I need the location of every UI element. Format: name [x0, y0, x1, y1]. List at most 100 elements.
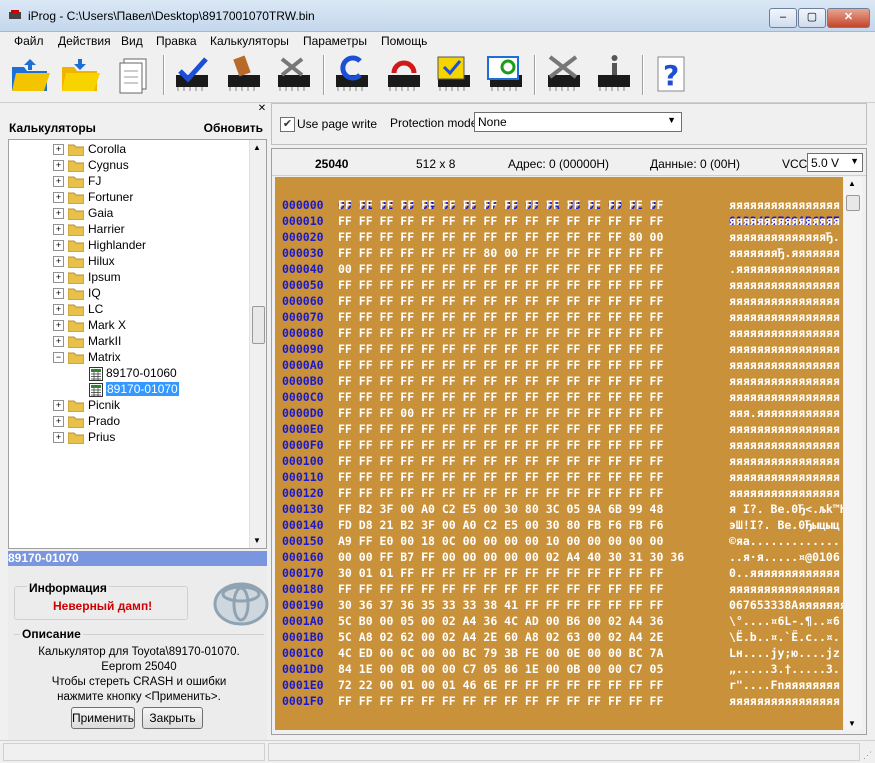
- hex-bytes[interactable]: 5C B0 00 05 00 02 A4 36 4C AD 00 B6 00 0…: [338, 613, 663, 629]
- maximize-button[interactable]: ▢: [798, 8, 826, 28]
- expand-icon[interactable]: +: [53, 432, 64, 444]
- collapse-icon[interactable]: −: [53, 352, 64, 364]
- menu-calculators[interactable]: Калькуляторы: [210, 34, 289, 48]
- hex-bytes[interactable]: 30 36 37 36 35 33 33 38 41 FF FF FF FF F…: [338, 597, 663, 613]
- hex-bytes[interactable]: FF FF FF 00 FF FF FF FF FF FF FF FF FF F…: [338, 405, 663, 421]
- tree-item[interactable]: + Prado: [53, 413, 120, 429]
- expand-icon[interactable]: +: [53, 336, 64, 348]
- close-panel-icon[interactable]: ✕: [257, 104, 267, 114]
- hex-bytes[interactable]: 72 22 00 01 00 01 46 6E FF FF FF FF FF F…: [338, 677, 663, 693]
- repair-chip-icon[interactable]: [272, 53, 316, 97]
- hex-bytes[interactable]: FF FF FF FF FF FF FF FF FF FF FF FF FF F…: [338, 213, 663, 229]
- hex-bytes[interactable]: 5C A8 02 62 00 02 A4 2E 60 A8 02 63 00 0…: [338, 629, 663, 645]
- chip-info-icon[interactable]: [592, 53, 636, 97]
- open-folder-icon[interactable]: [8, 53, 52, 97]
- use-page-write-checkbox[interactable]: ✔: [280, 117, 295, 132]
- hex-bytes[interactable]: FF FF FF FF FF FF FF FF FF FF FF FF FF F…: [338, 309, 663, 325]
- tree-item[interactable]: + Mark X: [53, 317, 126, 333]
- expand-icon[interactable]: +: [53, 240, 64, 252]
- hex-bytes[interactable]: FF FF FF FF FF FF FF FF FF FF FF FF FF F…: [338, 693, 663, 709]
- hex-bytes[interactable]: 00 00 FF B7 FF 00 00 00 00 00 02 A4 40 3…: [338, 549, 684, 565]
- erase-chip-icon[interactable]: [222, 53, 266, 97]
- tree-item[interactable]: + FJ: [53, 173, 101, 189]
- hex-bytes[interactable]: FF FF FF FF FF FF FF FF FF FF FF FF FF F…: [338, 277, 663, 293]
- close-calculator-button[interactable]: Закрыть: [142, 707, 203, 729]
- menu-settings[interactable]: Параметры: [303, 34, 367, 48]
- tree-item[interactable]: + Cygnus: [53, 157, 129, 173]
- tree-item[interactable]: + Prius: [53, 429, 115, 445]
- hex-bytes[interactable]: 84 1E 00 0B 00 00 C7 05 86 1E 00 0B 00 0…: [338, 661, 663, 677]
- expand-icon[interactable]: +: [53, 416, 64, 428]
- refresh-button[interactable]: Обновить: [204, 121, 263, 135]
- verify-chip-icon[interactable]: [170, 53, 214, 97]
- expand-icon[interactable]: +: [53, 400, 64, 412]
- hex-bytes[interactable]: FF FF FF FF FF FF FF FF FF FF FF FF FF F…: [338, 437, 663, 453]
- scroll-down-icon[interactable]: ▼: [253, 536, 261, 545]
- hex-bytes[interactable]: FF FF FF FF FF FF FF FF FF FF FF FF FF F…: [338, 469, 663, 485]
- tree-scrollbar[interactable]: ▲ ▼: [249, 140, 266, 548]
- tree-item[interactable]: 89170-01060: [89, 365, 177, 381]
- tree-item[interactable]: + Gaia: [53, 205, 113, 221]
- hex-bytes[interactable]: FF FF FF FF FF FF FF FF FF FF FF FF FF F…: [338, 581, 663, 597]
- tree-item[interactable]: + Highlander: [53, 237, 146, 253]
- hex-dump[interactable]: 00 01 02 03 04 05 06 07 08 09 0A 0B 0C 0…: [275, 177, 843, 730]
- tree-item[interactable]: + Corolla: [53, 141, 126, 157]
- tree-item[interactable]: + Ipsum: [53, 269, 121, 285]
- hex-bytes[interactable]: FF FF FF FF FF FF FF FF FF FF FF FF FF F…: [338, 357, 663, 373]
- protection-mode-select[interactable]: None ▼: [474, 112, 682, 132]
- tree-item[interactable]: + MarkII: [53, 333, 121, 349]
- tree-scroll-thumb[interactable]: [252, 306, 265, 344]
- tree-item[interactable]: 89170-01070: [89, 381, 179, 397]
- expand-icon[interactable]: +: [53, 144, 64, 156]
- read-chip-icon[interactable]: [330, 53, 374, 97]
- expand-icon[interactable]: +: [53, 224, 64, 236]
- tree-item[interactable]: + Fortuner: [53, 189, 133, 205]
- hex-scroll-thumb[interactable]: [846, 195, 860, 211]
- hex-bytes[interactable]: FF B2 3F 00 A0 C2 E5 00 30 80 3C 05 9A 6…: [338, 501, 663, 517]
- hex-bytes[interactable]: A9 FF E0 00 18 0C 00 00 00 00 10 00 00 0…: [338, 533, 663, 549]
- menu-view[interactable]: Вид: [121, 34, 143, 48]
- expand-icon[interactable]: +: [53, 256, 64, 268]
- apply-button[interactable]: Применить: [71, 707, 135, 729]
- expand-icon[interactable]: +: [53, 272, 64, 284]
- menu-file[interactable]: Файл: [14, 34, 44, 48]
- menu-help[interactable]: Помощь: [381, 34, 427, 48]
- tree-item[interactable]: + Picnik: [53, 397, 120, 413]
- menu-actions[interactable]: Действия: [58, 34, 111, 48]
- tree-item[interactable]: − Matrix: [53, 349, 121, 365]
- hex-bytes[interactable]: FF FF FF FF FF FF FF FF FF FF FF FF FF F…: [338, 421, 663, 437]
- hex-bytes[interactable]: FF FF FF FF FF FF FF FF FF FF FF FF FF F…: [338, 485, 663, 501]
- hex-bytes[interactable]: FF FF FF FF FF FF FF FF FF FF FF FF FF F…: [338, 325, 663, 341]
- menu-edit[interactable]: Правка: [156, 34, 197, 48]
- resize-grip-icon[interactable]: ⋰: [863, 750, 872, 761]
- hex-bytes[interactable]: FF FF FF FF FF FF FF 80 00 FF FF FF FF F…: [338, 245, 663, 261]
- expand-icon[interactable]: +: [53, 288, 64, 300]
- minimize-button[interactable]: –: [769, 8, 797, 28]
- tree-item[interactable]: + IQ: [53, 285, 101, 301]
- save-folder-icon[interactable]: [58, 53, 102, 97]
- tree-item[interactable]: + Harrier: [53, 221, 125, 237]
- pages-icon[interactable]: [112, 53, 156, 97]
- expand-icon[interactable]: +: [53, 192, 64, 204]
- blank-check-icon[interactable]: [432, 53, 476, 97]
- write-chip-icon[interactable]: [382, 53, 426, 97]
- compare-chip-icon[interactable]: [484, 53, 528, 97]
- vcc-select[interactable]: 5.0 V ▼: [807, 153, 863, 172]
- tree-item[interactable]: + Hilux: [53, 253, 115, 269]
- hex-bytes[interactable]: 30 01 01 FF FF FF FF FF FF FF FF FF FF F…: [338, 565, 663, 581]
- hex-scrollbar[interactable]: ▲ ▼: [844, 177, 862, 730]
- scroll-down-icon[interactable]: ▼: [848, 719, 856, 728]
- scroll-up-icon[interactable]: ▲: [848, 179, 856, 188]
- chip-settings-icon[interactable]: [542, 53, 586, 97]
- help-icon[interactable]: ?: [650, 53, 694, 97]
- expand-icon[interactable]: +: [53, 304, 64, 316]
- hex-bytes[interactable]: FF FF FF FF FF FF FF FF FF FF FF FF FF F…: [338, 341, 663, 357]
- hex-bytes[interactable]: FF FF FF FF FF FF FF FF FF FF FF FF FF F…: [338, 293, 663, 309]
- expand-icon[interactable]: +: [53, 320, 64, 332]
- expand-icon[interactable]: +: [53, 208, 64, 220]
- expand-icon[interactable]: +: [53, 160, 64, 172]
- tree-item[interactable]: + LC: [53, 301, 103, 317]
- hex-bytes[interactable]: FF FF FF FF FF FF FF FF FF FF FF FF FF F…: [338, 389, 663, 405]
- close-window-button[interactable]: ✕: [827, 8, 870, 28]
- hex-bytes[interactable]: FF FF FF FF FF FF FF FF FF FF FF FF FF F…: [338, 229, 663, 245]
